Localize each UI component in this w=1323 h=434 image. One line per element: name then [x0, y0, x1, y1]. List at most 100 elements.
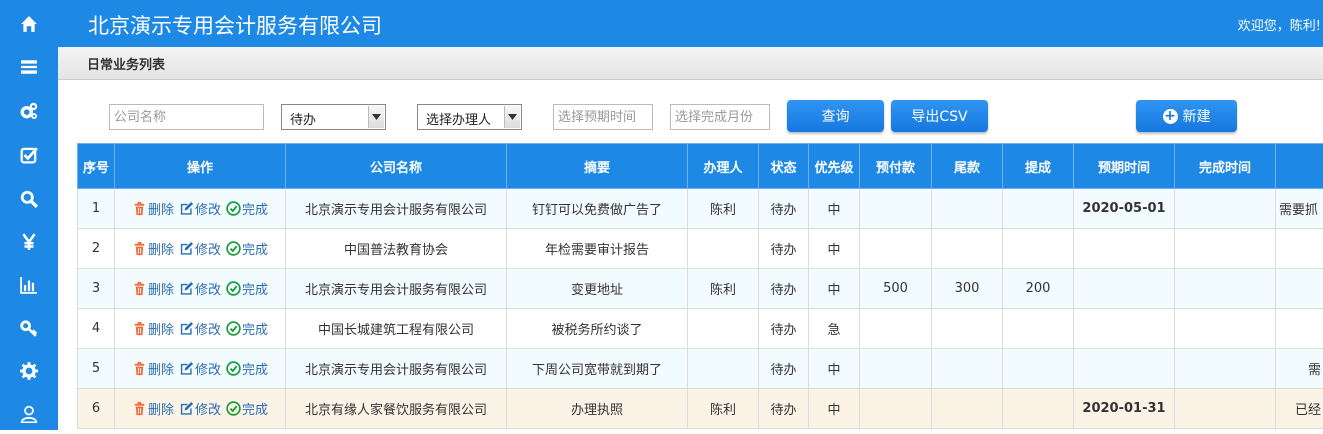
gear-icon[interactable]: [0, 351, 58, 391]
edit-label: 修改: [195, 359, 221, 378]
edit-label: 修改: [195, 239, 221, 258]
list-icon[interactable]: [0, 47, 58, 87]
business-table: 序号操作公司名称摘要办理人状态优先级预付款尾款提成预期时间完成时间 1删除修改完…: [77, 143, 1323, 429]
summary-cell: 被税务所约谈了: [507, 309, 688, 349]
complete-action[interactable]: 完成: [226, 319, 268, 338]
edit-action[interactable]: 修改: [179, 199, 221, 218]
main-content: 待办 选择办理人 查询 导出CSV + 新建 序号操作公司名称摘要办理人状态优先…: [58, 80, 1323, 430]
edit-action[interactable]: 修改: [179, 359, 221, 378]
handler-select[interactable]: 选择办理人: [417, 104, 522, 130]
delete-label: 删除: [148, 359, 174, 378]
home-icon[interactable]: [0, 4, 58, 44]
complete-action[interactable]: 完成: [226, 239, 268, 258]
key-icon[interactable]: [0, 308, 58, 348]
expected-time-cell: [1074, 349, 1175, 389]
check-circle-icon: [226, 281, 241, 296]
chevron-down-icon: [368, 106, 384, 128]
column-header: 预付款: [860, 144, 932, 189]
status-select[interactable]: 待办: [281, 104, 386, 130]
edit-label: 修改: [195, 399, 221, 418]
delete-action[interactable]: 删除: [132, 279, 174, 298]
row-actions: 删除 修改 完成: [115, 309, 286, 349]
complete-action[interactable]: 完成: [226, 279, 268, 298]
edit-action[interactable]: 修改: [179, 319, 221, 338]
edit-action[interactable]: 修改: [179, 239, 221, 258]
prepay-cell: [860, 229, 932, 269]
prepay-cell: [860, 349, 932, 389]
page-title-bar: 日常业务列表: [58, 47, 1323, 80]
top-bar: 北京演示专用会计服务有限公司 欢迎您，陈利!: [58, 0, 1323, 47]
column-header: 操作: [115, 144, 286, 189]
priority-cell: 中: [809, 269, 860, 309]
table-header-row: 序号操作公司名称摘要办理人状态优先级预付款尾款提成预期时间完成时间: [78, 144, 1323, 189]
plus-circle-icon: +: [1163, 109, 1178, 124]
edit-label: 修改: [195, 199, 221, 218]
row-actions: 删除 修改完成: [115, 349, 286, 389]
column-header: 办理人: [688, 144, 759, 189]
complete-action[interactable]: 完成: [226, 359, 268, 378]
complete-action[interactable]: 完成: [226, 399, 268, 418]
welcome-text: 欢迎您，陈利!: [1238, 15, 1321, 34]
export-csv-button[interactable]: 导出CSV: [891, 100, 988, 132]
expected-time-cell: 2020-01-31: [1074, 389, 1175, 429]
delete-label: 删除: [148, 199, 174, 218]
handler-cell: [688, 229, 759, 269]
delete-action[interactable]: 删除: [132, 359, 174, 378]
delete-action[interactable]: 删除: [132, 199, 174, 218]
column-header: 预期时间: [1074, 144, 1175, 189]
note-cell: [1276, 229, 1323, 269]
handler-cell: 陈利: [688, 189, 759, 229]
summary-cell: 下周公司宽带就到期了: [507, 349, 688, 389]
edit-action[interactable]: 修改: [179, 399, 221, 418]
complete-label: 完成: [242, 239, 268, 258]
prepay-cell: [860, 389, 932, 429]
commission-cell: [1003, 349, 1074, 389]
complete-label: 完成: [242, 319, 268, 338]
edit-icon: [179, 401, 194, 416]
expected-time-cell: 2020-05-01: [1074, 189, 1175, 229]
column-header: [1276, 144, 1323, 189]
edit-icon: [179, 281, 194, 296]
delete-label: 删除: [148, 279, 174, 298]
search-icon[interactable]: [0, 179, 58, 219]
priority-cell: 中: [809, 189, 860, 229]
trash-icon: [132, 281, 147, 296]
finish-month-input[interactable]: [670, 104, 770, 130]
edit-icon: [179, 321, 194, 336]
user-icon[interactable]: [0, 394, 58, 434]
edit-action[interactable]: 修改: [179, 279, 221, 298]
row-number: 3: [78, 269, 115, 309]
company-name-input[interactable]: [109, 104, 264, 130]
company-name-cell: 北京演示专用会计服务有限公司: [286, 349, 507, 389]
expected-time-input[interactable]: [553, 104, 653, 130]
check-square-icon[interactable]: [0, 135, 58, 175]
bar-chart-icon[interactable]: [0, 265, 58, 305]
row-number: 6: [78, 389, 115, 429]
company-name-cell: 中国长城建筑工程有限公司: [286, 309, 507, 349]
delete-action[interactable]: 删除: [132, 239, 174, 258]
row-actions: 删除 修改完成: [115, 189, 286, 229]
note-cell: [1276, 309, 1323, 349]
status-cell: 待办: [759, 189, 809, 229]
balance-cell: [932, 309, 1003, 349]
query-button[interactable]: 查询: [787, 100, 884, 132]
complete-action[interactable]: 完成: [226, 199, 268, 218]
finish-time-cell: [1175, 189, 1276, 229]
status-cell: 待办: [759, 309, 809, 349]
priority-cell: 中: [809, 349, 860, 389]
cogs-icon[interactable]: [0, 91, 58, 131]
row-number: 2: [78, 229, 115, 269]
trash-icon: [132, 361, 147, 376]
delete-action[interactable]: 删除: [132, 319, 174, 338]
finish-time-cell: [1175, 229, 1276, 269]
new-button[interactable]: + 新建: [1136, 100, 1237, 132]
balance-cell: [932, 349, 1003, 389]
delete-action[interactable]: 删除: [132, 399, 174, 418]
edit-label: 修改: [195, 319, 221, 338]
yen-icon[interactable]: [0, 222, 58, 262]
check-circle-icon: [226, 321, 241, 336]
note-cell: 需: [1276, 349, 1323, 389]
table-row: 3删除修改完成北京演示专用会计服务有限公司变更地址陈利待办中500300200: [78, 269, 1323, 309]
commission-cell: [1003, 389, 1074, 429]
table-row: 6删除修改完成北京有缘人家餐饮服务有限公司办理执照陈利待办中2020-01-31…: [78, 389, 1323, 429]
